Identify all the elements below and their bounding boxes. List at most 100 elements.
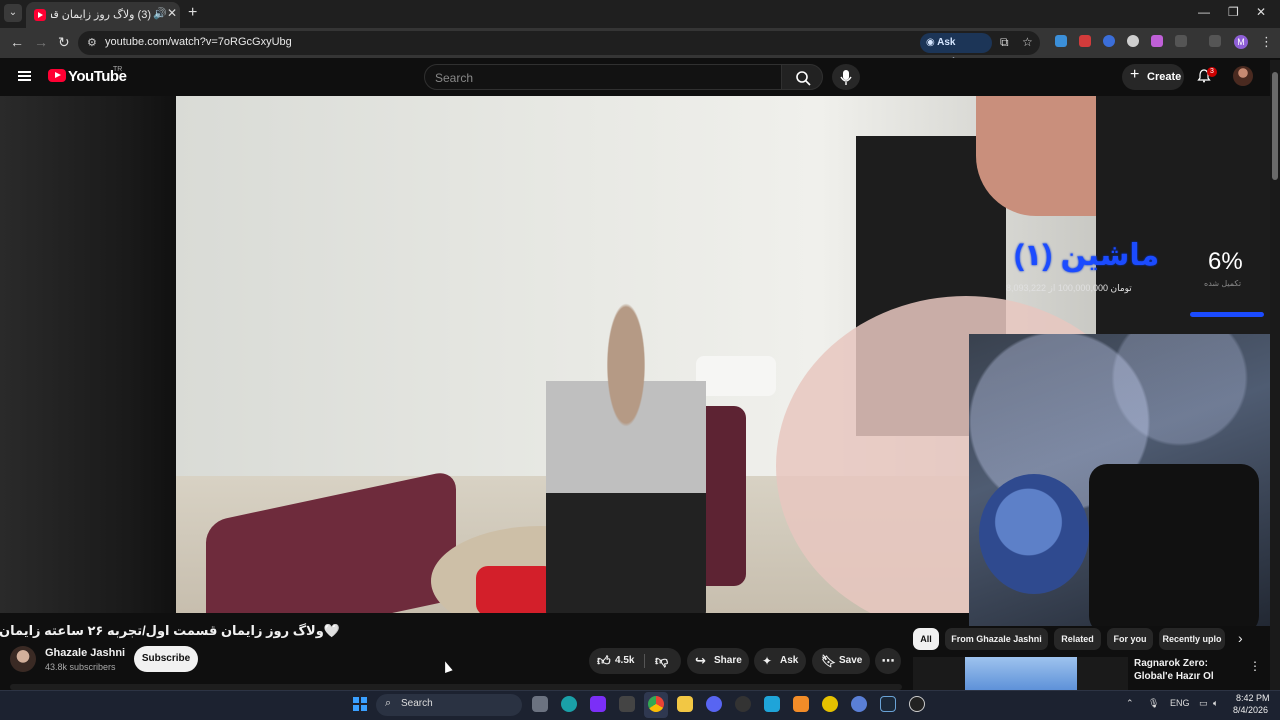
extension-icon[interactable] [1151,35,1163,47]
save-button[interactable]: 🔖︎ Save [812,648,870,674]
bookmark-icon: 🔖︎ [821,654,837,668]
unity-icon[interactable] [619,696,635,712]
taskbar-search-label: Search [401,698,433,709]
ask-button[interactable]: ✦ Ask [754,648,806,674]
vscode-icon[interactable] [764,696,780,712]
youtube-header: YouTube TR Search + Create 3 [0,58,1280,96]
back-icon[interactable]: ← [10,34,24,50]
more-options-icon[interactable]: ⋮ [1249,659,1261,673]
browser-tab[interactable]: (3) ولاگ روز زایمان قسمت اول 🔊 ✕ [26,2,180,28]
extension-icon[interactable] [1055,35,1067,47]
clock-date[interactable]: 8/4/2026 [1233,705,1268,715]
tray-overflow-icon[interactable]: ⌃ [1126,698,1134,709]
extension-icon[interactable] [1127,35,1139,47]
subscriber-count: 43.8k subscribers [45,662,116,672]
like-count[interactable]: 4.5k [615,648,634,674]
volume-icon[interactable]: 🔈︎ [1213,698,1218,709]
search-button[interactable] [781,64,823,90]
address-bar[interactable]: ⚙ youtube.com/watch?v=7oRGcGxyUbg ◉ Ask … [78,31,1040,68]
chevron-right-icon[interactable]: › [1238,630,1243,646]
donation-goal-caption: تکمیل شده [1204,279,1242,288]
tab-search-chevron-icon[interactable]: ⌄ [4,4,22,22]
extension-icon[interactable] [1079,35,1091,47]
task-view-icon[interactable] [532,696,548,712]
install-app-icon[interactable]: ⧉ [1000,35,1009,50]
clock-time[interactable]: 8:42 PM [1236,693,1270,703]
create-button[interactable]: + Create [1122,64,1184,90]
channel-avatar[interactable] [10,646,36,672]
video-frame-person [546,301,706,613]
microphone-tray-icon[interactable]: 🎙︎ [1148,698,1159,709]
webcam-plush-toy [979,474,1089,594]
profile-avatar[interactable]: M [1234,35,1248,49]
minimize-icon[interactable]: — [1198,5,1210,19]
ask-google-button[interactable]: ◉ Ask Google [920,33,992,68]
media-player-icon[interactable] [909,696,925,712]
subscribe-button[interactable]: Subscribe [134,646,198,672]
reload-icon[interactable]: ↻ [58,34,70,51]
extensions-puzzle-icon[interactable] [1175,35,1187,47]
chip-for-you[interactable]: For you [1107,628,1153,650]
blender-icon[interactable] [793,696,809,712]
search-icon [796,71,811,86]
forward-icon[interactable]: → [34,34,48,50]
chip-related[interactable]: Related [1054,628,1101,650]
youtube-logo-icon[interactable] [48,69,66,82]
edge-icon[interactable] [561,696,577,712]
chatgpt-icon[interactable] [735,696,751,712]
window-close-icon[interactable]: ✕ [1256,5,1266,19]
donation-goal-amounts: تومان 100,000,000 از 8,093,222 [1006,283,1132,293]
chip-recently-uploaded[interactable]: Recently uplo [1159,628,1225,650]
recommendation-thumbnail[interactable] [913,657,1128,691]
voice-search-button[interactable] [832,64,860,90]
microphone-icon [840,70,852,85]
discord-icon[interactable] [706,696,722,712]
browser-tab-bar: ⌄ (3) ولاگ روز زایمان قسمت اول 🔊 ✕ + — ❐… [0,0,1280,28]
channel-name[interactable]: Ghazale Jashni [45,647,125,659]
app-r-icon[interactable] [590,696,606,712]
windows-start-icon[interactable] [353,697,367,711]
sparkle-icon: ✦ [762,654,773,668]
more-actions-icon[interactable]: ⋯ [875,648,901,674]
video-frame-face [976,96,1096,216]
browser-menu-icon[interactable]: ⋮ [1260,34,1273,50]
steam-icon[interactable] [880,696,896,712]
search-input[interactable]: Search [424,64,782,90]
reading-list-icon[interactable] [1209,35,1221,47]
tab-close-icon[interactable]: ✕ [167,6,177,20]
create-label: Create [1147,71,1182,83]
app-blue-icon[interactable] [851,696,867,712]
taskbar-search-box[interactable] [376,694,522,716]
webcam-chair [1089,464,1259,626]
video-frame-tray [696,356,776,396]
country-code: TR [113,66,123,73]
account-avatar[interactable] [1233,66,1253,86]
file-explorer-icon[interactable] [677,696,693,712]
thumbnail-image [965,657,1077,691]
thumbs-up-icon[interactable]: 👍︎ [597,648,611,674]
thumbs-down-icon[interactable]: 👎︎ [655,648,668,674]
chrome-icon[interactable] [648,696,664,712]
restore-icon[interactable]: ❐ [1228,5,1239,19]
video-player[interactable] [176,96,1096,613]
scrollbar-thumb[interactable] [1272,72,1278,180]
language-indicator[interactable]: ENG [1170,698,1190,708]
network-icon[interactable]: ▭ [1199,698,1208,709]
recommendation-title[interactable]: Ragnarok Zero: Global'e Hazır Ol [1134,657,1238,683]
extension-icon[interactable] [1103,35,1115,47]
share-button[interactable]: ↪ Share [687,648,749,674]
taskbar [0,690,1280,720]
new-tab-icon[interactable]: + [188,4,197,22]
url-text[interactable]: youtube.com/watch?v=7oRGcGxyUbg [105,36,292,48]
youtube-favicon-icon [34,9,46,21]
chip-from-channel[interactable]: From Ghazale Jashni [945,628,1048,650]
ask-label: Ask [780,655,799,666]
site-info-icon[interactable]: ⚙ [87,36,97,49]
speaker-icon[interactable]: 🔊 [153,7,167,20]
menu-icon[interactable] [18,71,31,81]
search-placeholder: Search [435,71,474,85]
bookmark-star-icon[interactable]: ☆ [1022,35,1033,49]
share-icon: ↪ [695,653,706,668]
app-yellow-icon[interactable] [822,696,838,712]
chip-all[interactable]: All [913,628,939,650]
